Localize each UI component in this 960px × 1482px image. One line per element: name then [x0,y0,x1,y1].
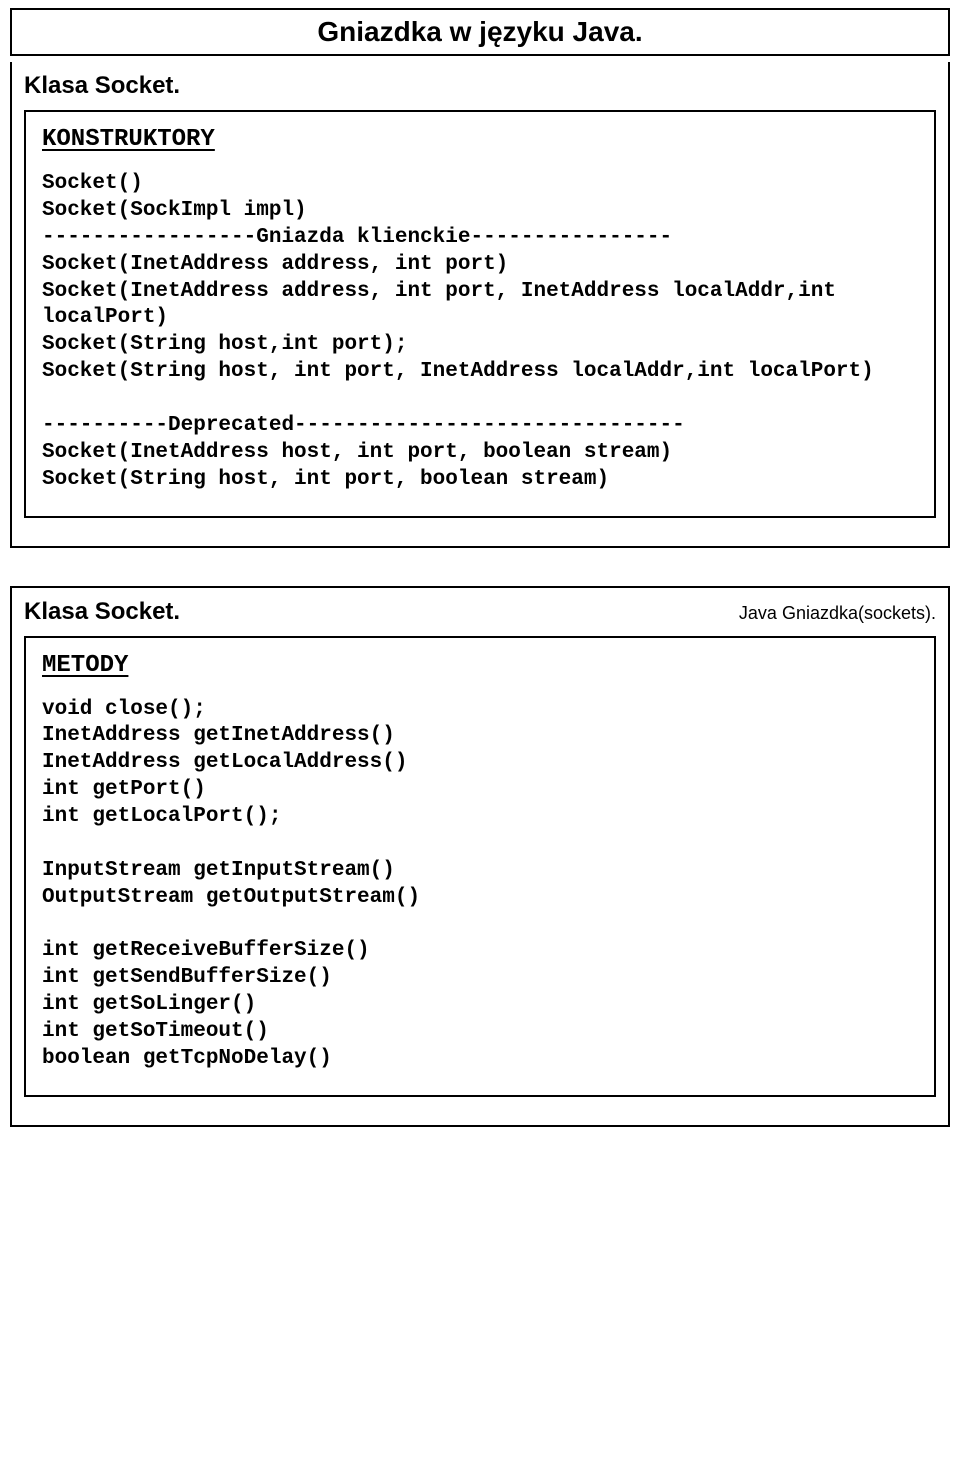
slide1-subheading: KONSTRUKTORY [42,126,918,153]
slide2-section-label: Klasa Socket. [24,598,180,626]
slide1-inner: KONSTRUKTORY Socket() Socket(SockImpl im… [24,110,936,518]
slide1-outer: Klasa Socket. KONSTRUKTORY Socket() Sock… [10,62,950,548]
slide2-header-row: Klasa Socket. Java Gniazdka(sockets). [24,598,936,626]
slide2-outer: Klasa Socket. Java Gniazdka(sockets). ME… [10,586,950,1127]
slide2-code: void close(); InetAddress getInetAddress… [42,697,918,1073]
slide2-subheading: METODY [42,652,918,679]
slide2-section-note: Java Gniazdka(sockets). [739,603,936,624]
slide1-code: Socket() Socket(SockImpl impl) ---------… [42,171,918,494]
slide1-header-row: Klasa Socket. [24,72,936,100]
slide1-section-label: Klasa Socket. [24,72,180,100]
slide1-title: Gniazdka w języku Java. [10,8,950,56]
slide2-inner: METODY void close(); InetAddress getInet… [24,636,936,1097]
